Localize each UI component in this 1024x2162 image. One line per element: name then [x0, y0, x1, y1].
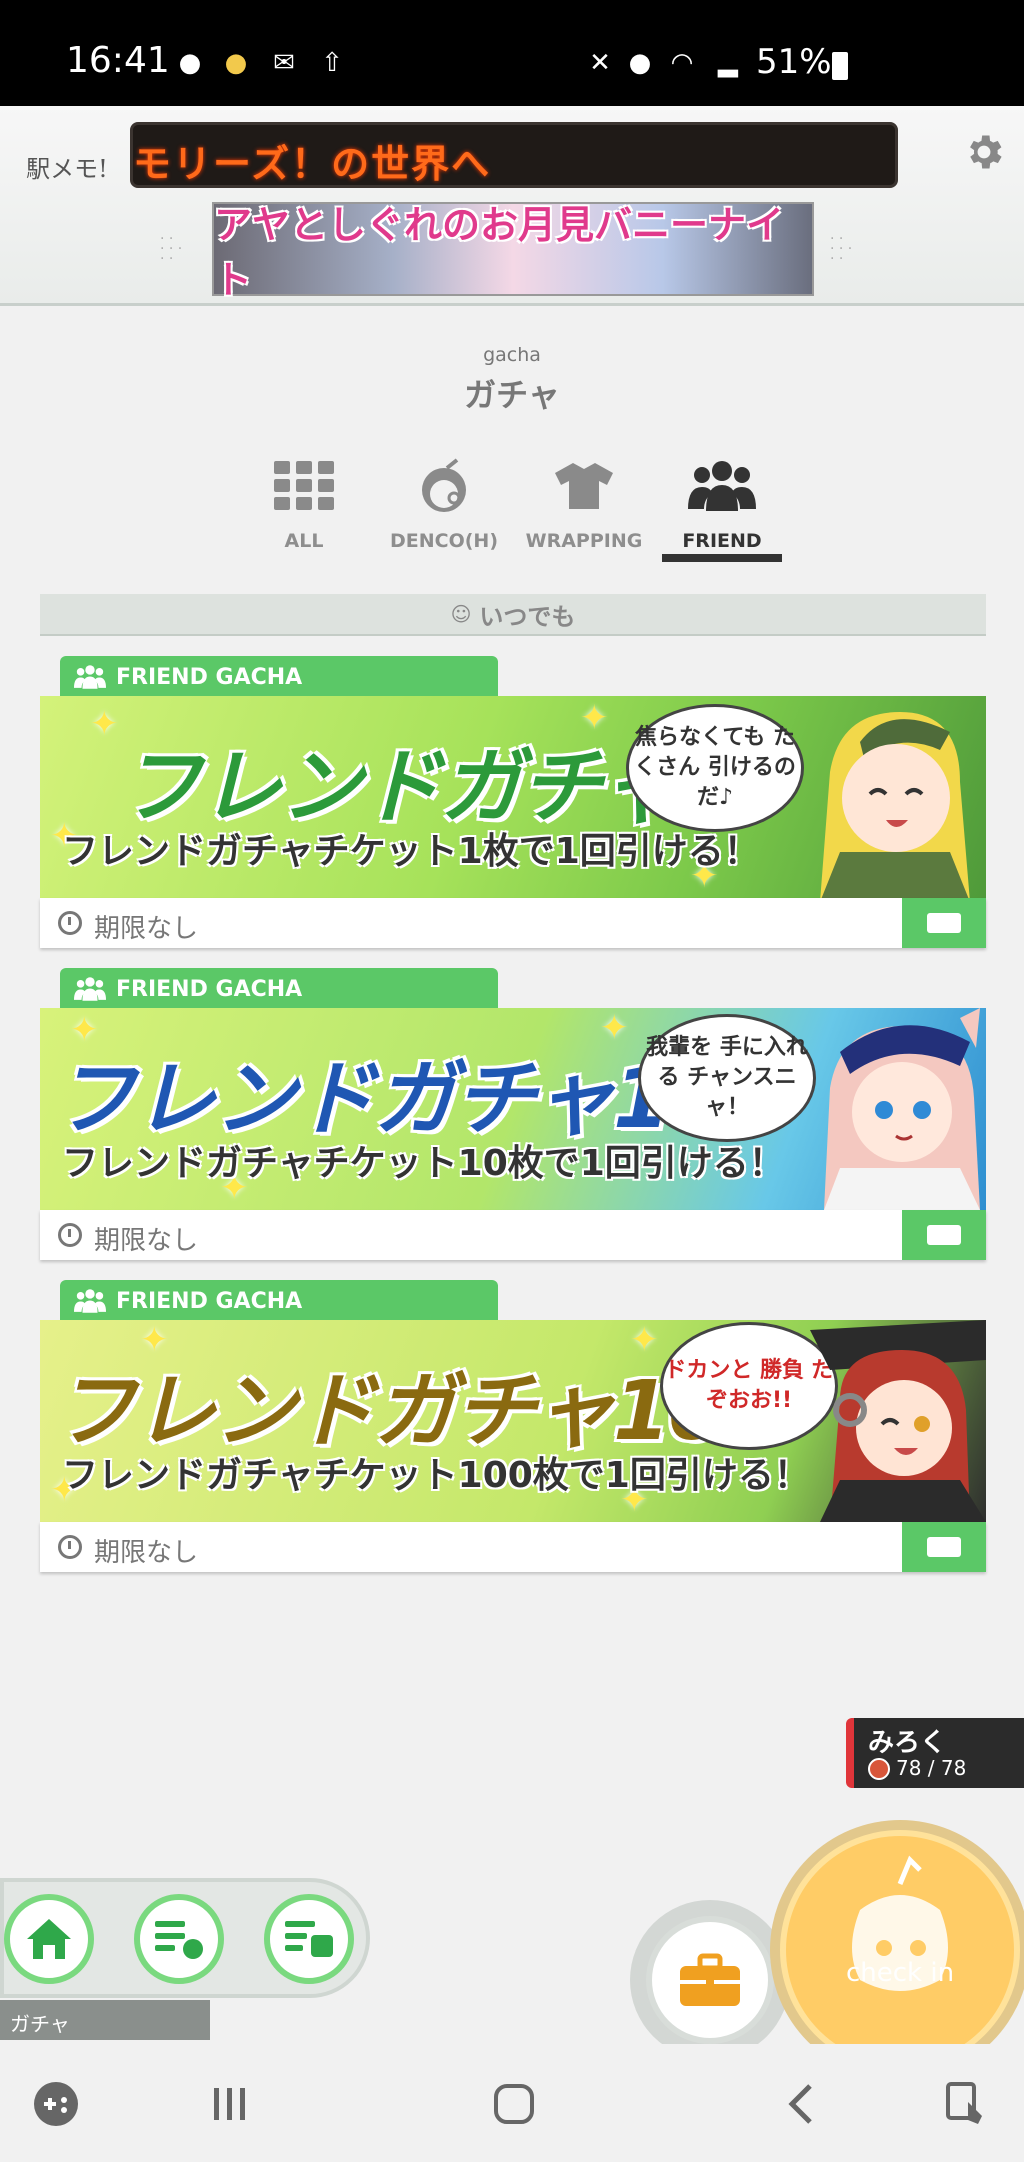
gacha-expiry: 期限なし — [94, 1226, 199, 1256]
location-icon: ● — [628, 48, 652, 78]
gacha-footer: 期限なし — [40, 1210, 986, 1260]
checkin-mascot-icon — [852, 1855, 948, 1991]
train-list-icon — [285, 1921, 333, 1957]
ticket-button[interactable] — [902, 1522, 986, 1572]
train-list-button[interactable] — [264, 1894, 354, 1984]
character-illustration — [810, 1320, 986, 1522]
tab-wrapping[interactable]: WRAPPING — [514, 454, 654, 564]
mute-icon: ✕ — [589, 48, 611, 78]
gacha-card-friend[interactable]: FRIEND GACHA ✦ ✦ ✦ ✦ フレンドガチャ フレンドガチャチケット… — [40, 656, 986, 948]
player-hp: 78 / 78 — [896, 1756, 967, 1780]
speech-bubble: 我輩を 手に入れる チャンスニャ！ — [638, 1014, 816, 1142]
recent-apps-icon[interactable] — [200, 2074, 260, 2134]
page-subtitle: gacha — [483, 344, 541, 366]
tab-label: DENCO(H) — [389, 530, 499, 552]
clock-icon — [58, 1223, 82, 1247]
character-illustration — [820, 712, 970, 898]
ticket-icon — [927, 1225, 961, 1245]
sparkle-icon: ✦ — [90, 704, 119, 744]
tab-label: WRAPPING — [525, 530, 643, 552]
ticket-button[interactable] — [902, 1210, 986, 1260]
tab-denco[interactable]: DENCO(H) — [374, 454, 514, 564]
gacha-footer: 期限なし — [40, 1522, 986, 1572]
gacha-expiry: 期限なし — [94, 914, 199, 944]
gacha-banner-image[interactable]: ✦ ✦ ✦ フレンドガチャ10 フレンドガチャチケット10枚で1回引ける！ 我輩… — [40, 1008, 986, 1210]
briefcase-icon — [680, 1953, 740, 2006]
back-icon[interactable] — [772, 2074, 832, 2134]
checkin-button[interactable] — [780, 1830, 1020, 2070]
home-nav-icon[interactable] — [484, 2074, 544, 2134]
game-launcher-icon[interactable] — [26, 2074, 86, 2134]
briefcase-button[interactable] — [646, 1916, 774, 2044]
active-tab-indicator — [662, 554, 782, 562]
signal-icon: ▂ — [718, 48, 738, 78]
friends-icon — [74, 1289, 106, 1313]
ticket-icon — [927, 913, 961, 933]
speech-bubble: 焦らなくても たくさん 引けるのだ♪ — [626, 704, 804, 832]
page-title: ガチャ — [464, 376, 560, 414]
player-status-panel[interactable]: みろく 78 / 78 — [846, 1718, 1024, 1788]
gacha-tag-label: FRIEND GACHA — [116, 976, 303, 1002]
ticker-text: モリーズ！の世界へ — [133, 142, 492, 186]
gacha-expiry: 期限なし — [94, 1538, 199, 1568]
app-notification-icon: ● — [224, 48, 248, 78]
denco-face-icon — [374, 454, 514, 518]
player-name: みろく — [868, 1728, 947, 1758]
gacha-tag-label: FRIEND GACHA — [116, 664, 303, 690]
gacha-subtitle: フレンドガチャチケット1枚で1回引ける！ — [62, 831, 760, 872]
section-header: ☺ いつでも — [40, 594, 986, 636]
status-time: 16:41 — [66, 40, 170, 81]
gacha-card-friend-10[interactable]: FRIEND GACHA ✦ ✦ ✦ フレンドガチャ10 フレンドガチャチケット… — [40, 968, 986, 1260]
event-banner[interactable]: アヤとしぐれのお月見バニーナイト — [212, 202, 814, 302]
app-header: 駅メモ! モリーズ！の世界へ · · · · · · · アヤとしぐれのお月見バニー… — [0, 106, 1024, 306]
account-icon: ● — [178, 48, 202, 78]
ticket-button[interactable] — [902, 898, 986, 948]
denco-list-icon — [155, 1921, 203, 1959]
friends-icon — [74, 977, 106, 1001]
denco-list-button[interactable] — [134, 1894, 224, 1984]
wifi-icon: ◠ — [670, 48, 694, 78]
app-logo[interactable]: 駅メモ! — [18, 136, 116, 196]
screen-pin-icon[interactable] — [936, 2074, 996, 2134]
clock-icon — [58, 1535, 82, 1559]
character-illustration — [824, 1008, 980, 1210]
gacha-card-friend-100[interactable]: FRIEND GACHA ✦ ✦ ✦ ✦ フレンドガチャ100 フレンドガチャチ… — [40, 1280, 986, 1572]
upload-icon: ⇧ — [321, 48, 343, 78]
battery-percent: 51% — [756, 42, 832, 82]
gacha-tag: FRIEND GACHA — [60, 968, 498, 1010]
grid-icon — [234, 454, 374, 518]
tab-all[interactable]: ALL — [234, 454, 374, 564]
status-bar: 16:41 ● ● ✉ ⇧ ✕ ● ◠ ▂ 51% — [0, 0, 1024, 106]
gacha-banner-image[interactable]: ✦ ✦ ✦ ✦ フレンドガチャ100 フレンドガチャチケット100枚で1回引ける… — [40, 1320, 986, 1522]
banner-title: アヤとしぐれのお月見バニーナイト — [214, 203, 785, 302]
clock-icon — [58, 911, 82, 935]
gacha-subtitle: フレンドガチャチケット100枚で1回引ける！ — [62, 1455, 810, 1496]
ticket-icon — [927, 1537, 961, 1557]
checkin-label: check in — [845, 1958, 955, 1988]
shirt-icon — [514, 454, 654, 518]
gacha-tag-label: FRIEND GACHA — [116, 1288, 303, 1314]
hp-icon — [868, 1758, 890, 1780]
tab-label: FRIEND — [682, 530, 762, 552]
current-screen-label: ガチャ — [10, 2012, 70, 2036]
mail-icon: ✉ — [273, 48, 295, 78]
section-label: いつでも — [479, 602, 576, 631]
settings-gear-icon[interactable] — [962, 130, 1006, 174]
tab-friend[interactable]: FRIEND — [652, 454, 792, 564]
gacha-subtitle: フレンドガチャチケット10枚で1回引ける！ — [62, 1143, 785, 1184]
friends-icon — [652, 454, 792, 518]
tab-label: ALL — [284, 530, 324, 552]
gacha-tag: FRIEND GACHA — [60, 656, 498, 698]
gacha-tag: FRIEND GACHA — [60, 1280, 498, 1322]
home-button[interactable] — [4, 1894, 94, 1984]
home-icon — [27, 1919, 71, 1959]
battery-icon — [832, 52, 848, 80]
banner-prev-dots[interactable]: · · · · · · · — [160, 232, 196, 270]
gacha-banner-image[interactable]: ✦ ✦ ✦ ✦ フレンドガチャ フレンドガチャチケット1枚で1回引ける！ 焦らな… — [40, 696, 986, 898]
news-ticker[interactable]: モリーズ！の世界へ — [130, 122, 898, 188]
friends-icon — [74, 665, 106, 689]
gacha-footer: 期限なし — [40, 898, 986, 948]
denco-face-icon: ☺ — [450, 602, 472, 626]
banner-next-dots[interactable]: · · · · · · · — [830, 232, 866, 270]
